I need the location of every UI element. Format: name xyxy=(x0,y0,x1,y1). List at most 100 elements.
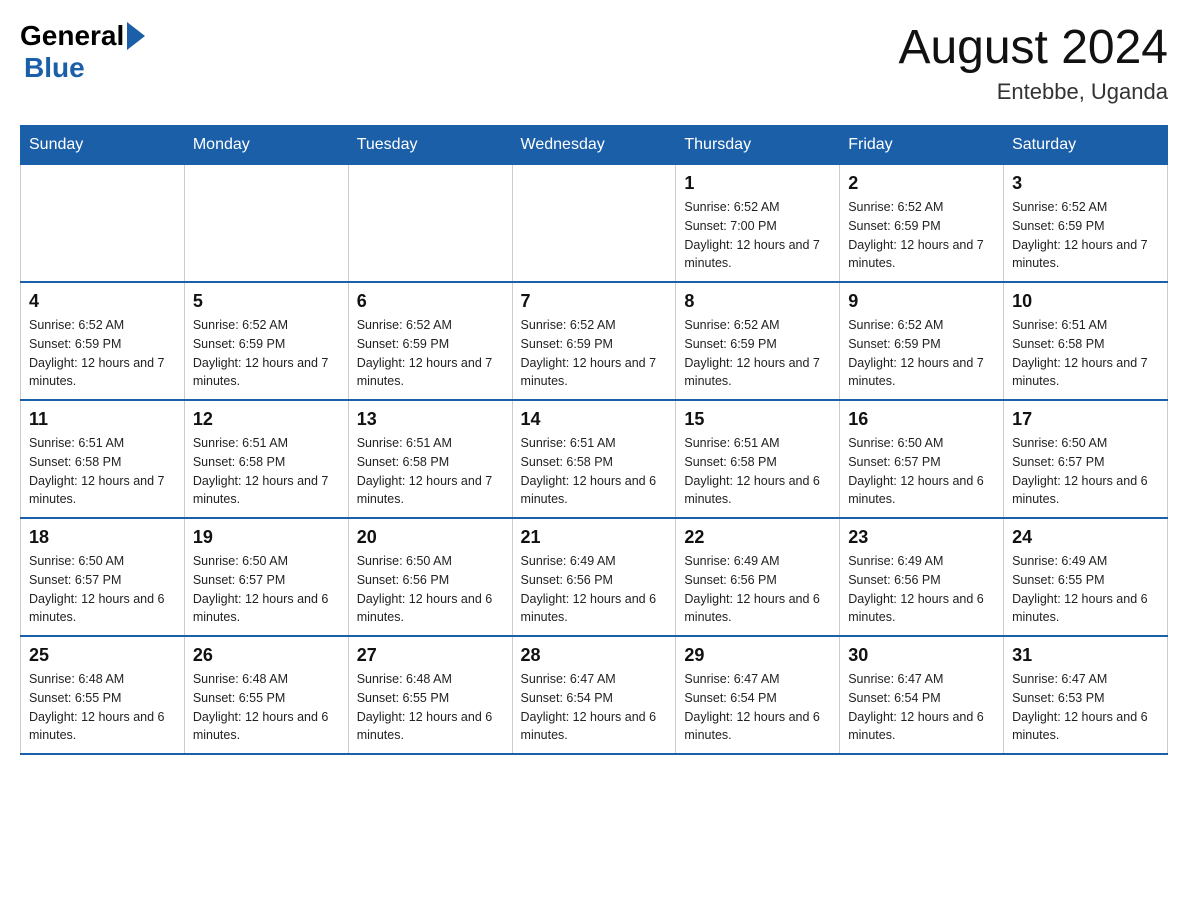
calendar-cell: 7 Sunrise: 6:52 AMSunset: 6:59 PMDaylight… xyxy=(512,282,676,400)
logo-blue-text: Blue xyxy=(24,52,85,83)
calendar-cell: 31Sunrise: 6:47 AMSunset: 6:53 PMDayligh… xyxy=(1004,636,1168,754)
day-info: Sunrise: 6:52 AMSunset: 6:59 PMDaylight:… xyxy=(29,316,176,391)
calendar-cell: 19 Sunrise: 6:50 AMSunset: 6:57 PMDayligh… xyxy=(184,518,348,636)
day-number: 24 xyxy=(1012,527,1159,548)
day-number: 27 xyxy=(357,645,504,666)
day-info: Sunrise: 6:49 AMSunset: 6:56 PMDaylight:… xyxy=(848,552,995,627)
day-info: Sunrise: 6:47 AMSunset: 6:54 PMDaylight:… xyxy=(684,670,831,745)
day-number: 11 xyxy=(29,409,176,430)
calendar-cell: 26Sunrise: 6:48 AMSunset: 6:55 PMDayligh… xyxy=(184,636,348,754)
day-number: 6 xyxy=(357,291,504,312)
day-info: Sunrise: 6:51 AMSunset: 6:58 PMDaylight:… xyxy=(357,434,504,509)
day-number: 9 xyxy=(848,291,995,312)
calendar-cell: 5 Sunrise: 6:52 AMSunset: 6:59 PMDaylight… xyxy=(184,282,348,400)
day-info: Sunrise: 6:52 AMSunset: 6:59 PMDaylight:… xyxy=(193,316,340,391)
day-info: Sunrise: 6:51 AMSunset: 6:58 PMDaylight:… xyxy=(521,434,668,509)
calendar-cell: 12 Sunrise: 6:51 AMSunset: 6:58 PMDayligh… xyxy=(184,400,348,518)
day-info: Sunrise: 6:49 AMSunset: 6:56 PMDaylight:… xyxy=(521,552,668,627)
weekday-header-monday: Monday xyxy=(184,126,348,165)
day-number: 16 xyxy=(848,409,995,430)
day-number: 28 xyxy=(521,645,668,666)
weekday-header-wednesday: Wednesday xyxy=(512,126,676,165)
calendar-week-3: 11 Sunrise: 6:51 AMSunset: 6:58 PMDayligh… xyxy=(21,400,1168,518)
day-number: 18 xyxy=(29,527,176,548)
calendar-cell xyxy=(512,165,676,283)
weekday-header-tuesday: Tuesday xyxy=(348,126,512,165)
day-info: Sunrise: 6:51 AMSunset: 6:58 PMDaylight:… xyxy=(29,434,176,509)
day-info: Sunrise: 6:49 AMSunset: 6:56 PMDaylight:… xyxy=(684,552,831,627)
calendar-cell xyxy=(348,165,512,283)
day-number: 13 xyxy=(357,409,504,430)
day-info: Sunrise: 6:48 AMSunset: 6:55 PMDaylight:… xyxy=(29,670,176,745)
day-number: 22 xyxy=(684,527,831,548)
day-info: Sunrise: 6:50 AMSunset: 6:56 PMDaylight:… xyxy=(357,552,504,627)
weekday-header-saturday: Saturday xyxy=(1004,126,1168,165)
weekday-header-friday: Friday xyxy=(840,126,1004,165)
calendar-cell: 9 Sunrise: 6:52 AMSunset: 6:59 PMDaylight… xyxy=(840,282,1004,400)
day-info: Sunrise: 6:48 AMSunset: 6:55 PMDaylight:… xyxy=(357,670,504,745)
day-info: Sunrise: 6:49 AMSunset: 6:55 PMDaylight:… xyxy=(1012,552,1159,627)
calendar-cell: 25 Sunrise: 6:48 AMSunset: 6:55 PMDayligh… xyxy=(21,636,185,754)
day-info: Sunrise: 6:50 AMSunset: 6:57 PMDaylight:… xyxy=(193,552,340,627)
day-number: 3 xyxy=(1012,173,1159,194)
calendar-cell: 29 Sunrise: 6:47 AMSunset: 6:54 PMDayligh… xyxy=(676,636,840,754)
day-number: 15 xyxy=(684,409,831,430)
calendar-cell: 6 Sunrise: 6:52 AMSunset: 6:59 PMDaylight… xyxy=(348,282,512,400)
calendar-cell: 14 Sunrise: 6:51 AMSunset: 6:58 PMDayligh… xyxy=(512,400,676,518)
calendar-cell: 24 Sunrise: 6:49 AMSunset: 6:55 PMDayligh… xyxy=(1004,518,1168,636)
day-number: 1 xyxy=(684,173,831,194)
day-info: Sunrise: 6:48 AMSunset: 6:55 PMDaylight:… xyxy=(193,670,340,745)
calendar-week-4: 18 Sunrise: 6:50 AMSunset: 6:57 PMDayligh… xyxy=(21,518,1168,636)
logo-general-text: General xyxy=(20,20,124,52)
day-number: 19 xyxy=(193,527,340,548)
day-number: 4 xyxy=(29,291,176,312)
day-number: 20 xyxy=(357,527,504,548)
day-info: Sunrise: 6:47 AMSunset: 6:53 PMDaylight:… xyxy=(1012,670,1159,745)
day-number: 2 xyxy=(848,173,995,194)
day-number: 7 xyxy=(521,291,668,312)
day-number: 5 xyxy=(193,291,340,312)
calendar-cell: 8Sunrise: 6:52 AMSunset: 6:59 PMDaylight… xyxy=(676,282,840,400)
calendar-cell: 3Sunrise: 6:52 AMSunset: 6:59 PMDaylight… xyxy=(1004,165,1168,283)
calendar-week-2: 4 Sunrise: 6:52 AMSunset: 6:59 PMDaylight… xyxy=(21,282,1168,400)
page-header: General Blue August 2024 Entebbe, Uganda xyxy=(20,20,1168,105)
logo: General Blue xyxy=(20,20,148,84)
calendar-cell: 21 Sunrise: 6:49 AMSunset: 6:56 PMDayligh… xyxy=(512,518,676,636)
day-info: Sunrise: 6:52 AMSunset: 6:59 PMDaylight:… xyxy=(848,198,995,273)
day-info: Sunrise: 6:50 AMSunset: 6:57 PMDaylight:… xyxy=(848,434,995,509)
day-info: Sunrise: 6:50 AMSunset: 6:57 PMDaylight:… xyxy=(1012,434,1159,509)
calendar-cell: 10Sunrise: 6:51 AMSunset: 6:58 PMDayligh… xyxy=(1004,282,1168,400)
calendar-cell: 20 Sunrise: 6:50 AMSunset: 6:56 PMDayligh… xyxy=(348,518,512,636)
day-info: Sunrise: 6:52 AMSunset: 6:59 PMDaylight:… xyxy=(521,316,668,391)
day-number: 23 xyxy=(848,527,995,548)
logo-arrow-icon xyxy=(127,22,145,50)
weekday-header-row: SundayMondayTuesdayWednesdayThursdayFrid… xyxy=(21,126,1168,165)
day-info: Sunrise: 6:52 AMSunset: 6:59 PMDaylight:… xyxy=(848,316,995,391)
calendar-cell: 18 Sunrise: 6:50 AMSunset: 6:57 PMDayligh… xyxy=(21,518,185,636)
day-info: Sunrise: 6:52 AMSunset: 7:00 PMDaylight:… xyxy=(684,198,831,273)
calendar-cell: 13 Sunrise: 6:51 AMSunset: 6:58 PMDayligh… xyxy=(348,400,512,518)
day-info: Sunrise: 6:50 AMSunset: 6:57 PMDaylight:… xyxy=(29,552,176,627)
day-number: 21 xyxy=(521,527,668,548)
calendar-week-1: 1 Sunrise: 6:52 AMSunset: 7:00 PMDaylight… xyxy=(21,165,1168,283)
calendar-title: August 2024 xyxy=(898,20,1168,75)
day-number: 29 xyxy=(684,645,831,666)
day-info: Sunrise: 6:52 AMSunset: 6:59 PMDaylight:… xyxy=(357,316,504,391)
weekday-header-sunday: Sunday xyxy=(21,126,185,165)
calendar-cell: 4 Sunrise: 6:52 AMSunset: 6:59 PMDaylight… xyxy=(21,282,185,400)
day-info: Sunrise: 6:51 AMSunset: 6:58 PMDaylight:… xyxy=(684,434,831,509)
day-number: 14 xyxy=(521,409,668,430)
calendar-week-5: 25 Sunrise: 6:48 AMSunset: 6:55 PMDayligh… xyxy=(21,636,1168,754)
day-number: 25 xyxy=(29,645,176,666)
day-number: 17 xyxy=(1012,409,1159,430)
calendar-cell: 11 Sunrise: 6:51 AMSunset: 6:58 PMDayligh… xyxy=(21,400,185,518)
day-number: 10 xyxy=(1012,291,1159,312)
calendar-cell: 28 Sunrise: 6:47 AMSunset: 6:54 PMDayligh… xyxy=(512,636,676,754)
calendar-cell xyxy=(21,165,185,283)
day-info: Sunrise: 6:47 AMSunset: 6:54 PMDaylight:… xyxy=(521,670,668,745)
day-info: Sunrise: 6:51 AMSunset: 6:58 PMDaylight:… xyxy=(193,434,340,509)
calendar-cell: 1 Sunrise: 6:52 AMSunset: 7:00 PMDaylight… xyxy=(676,165,840,283)
calendar-subtitle: Entebbe, Uganda xyxy=(898,79,1168,105)
day-number: 8 xyxy=(684,291,831,312)
day-number: 12 xyxy=(193,409,340,430)
